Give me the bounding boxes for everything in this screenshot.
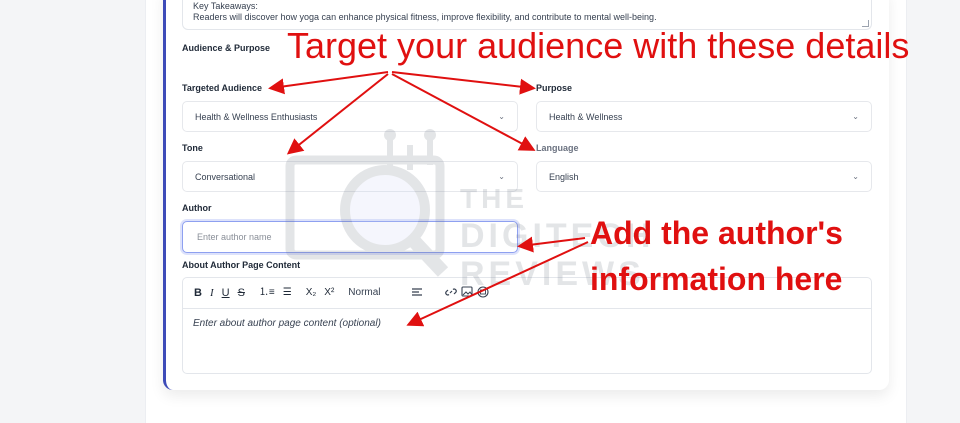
purpose-label: Purpose bbox=[536, 83, 573, 93]
link-icon[interactable] bbox=[444, 286, 457, 301]
chevron-down-icon: ⌄ bbox=[852, 172, 859, 181]
video-icon[interactable] bbox=[476, 285, 489, 301]
tone-value: Conversational bbox=[195, 171, 256, 182]
superscript-button[interactable]: X² bbox=[324, 287, 334, 299]
author-annotation: Add the author's information here bbox=[590, 210, 843, 302]
format-select[interactable]: Normal bbox=[348, 287, 380, 299]
language-select[interactable]: English ⌄ bbox=[536, 161, 872, 192]
chevron-down-icon: ⌄ bbox=[498, 172, 505, 181]
key-takeaways-heading: Key Takeaways: bbox=[193, 1, 258, 11]
chevron-down-icon: ⌄ bbox=[498, 112, 505, 121]
bold-button[interactable]: B bbox=[194, 287, 202, 299]
language-value: English bbox=[549, 171, 579, 182]
purpose-value: Health & Wellness bbox=[549, 111, 623, 122]
author-annotation-line2: information here bbox=[590, 261, 843, 297]
targeted-audience-select[interactable]: Health & Wellness Enthusiasts ⌄ bbox=[182, 101, 518, 132]
targeted-audience-label: Targeted Audience bbox=[182, 83, 263, 93]
chevron-down-icon: ⌄ bbox=[852, 112, 859, 121]
underline-button[interactable]: U bbox=[222, 287, 230, 299]
strike-button[interactable]: S bbox=[238, 287, 245, 299]
subscript-button[interactable]: X₂ bbox=[306, 287, 317, 299]
author-label: Author bbox=[182, 203, 212, 213]
audience-annotation: Target your audience with these details bbox=[287, 25, 910, 66]
tone-select[interactable]: Conversational ⌄ bbox=[182, 161, 518, 192]
format-value: Normal bbox=[348, 287, 381, 298]
targeted-audience-value: Health & Wellness Enthusiasts bbox=[195, 111, 318, 122]
about-author-label: About Author Page Content bbox=[182, 260, 301, 270]
bullet-list-button[interactable]: ☰ bbox=[283, 287, 292, 299]
author-input[interactable]: Enter author name bbox=[182, 221, 518, 253]
image-icon[interactable] bbox=[460, 286, 473, 300]
author-annotation-line1: Add the author's bbox=[590, 215, 843, 251]
about-author-placeholder: Enter about author page content (optiona… bbox=[193, 318, 381, 329]
key-takeaways-text: Readers will discover how yoga can enhan… bbox=[193, 12, 657, 22]
italic-button[interactable]: I bbox=[210, 287, 214, 299]
purpose-select[interactable]: Health & Wellness ⌄ bbox=[536, 101, 872, 132]
author-placeholder: Enter author name bbox=[197, 232, 272, 242]
tone-label: Tone bbox=[182, 143, 203, 153]
align-icon[interactable] bbox=[411, 287, 423, 300]
language-label: Language bbox=[536, 143, 579, 153]
section-title: Audience & Purpose bbox=[182, 43, 271, 53]
ordered-list-button[interactable]: ⒈≡ bbox=[259, 287, 275, 299]
